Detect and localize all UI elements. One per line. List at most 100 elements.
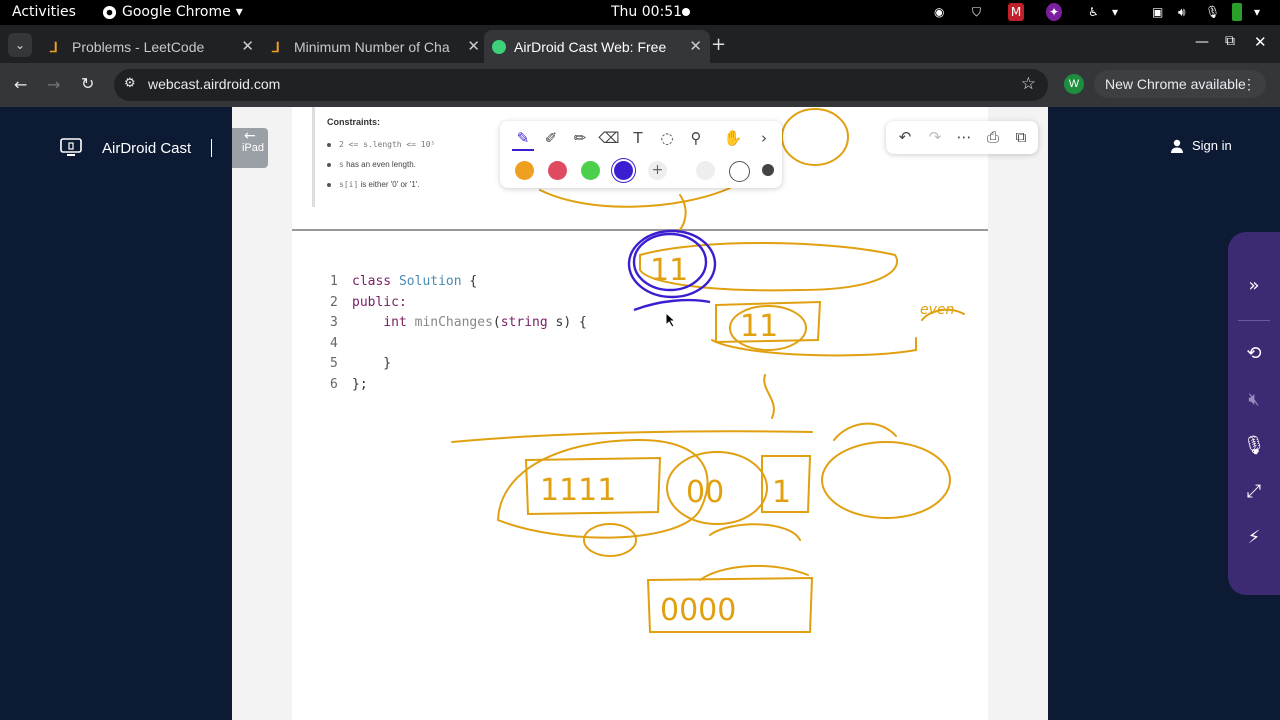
line-number: 1 [330,274,338,289]
code-text: class Solution { [352,274,478,289]
text-icon[interactable]: T [627,127,649,149]
stroke-small-icon[interactable] [696,161,715,180]
url-text: webcast.airdroid.com [148,76,281,92]
profile-avatar[interactable]: W [1064,74,1084,94]
collapse-panel-icon[interactable]: » [1242,274,1266,298]
add-color-icon[interactable]: + [648,161,667,180]
tab-minimum-number[interactable]: ⅃ Minimum Number of Cha ✕ [264,30,488,63]
code-text: }; [352,377,368,392]
tab-label: Minimum Number of Cha [294,38,450,55]
close-icon[interactable]: ✕ [241,37,254,55]
minimize-icon[interactable]: — [1195,34,1209,50]
divider [292,229,988,231]
highlighter-icon[interactable]: ✏ [569,127,591,149]
color-swatch-orange[interactable] [515,161,534,180]
new-tab-icon[interactable]: + [711,34,726,55]
marker-icon[interactable]: ✐ [540,127,562,149]
leetcode-icon: ⅃ [272,38,280,55]
back-arrow-icon[interactable]: ← [244,128,256,144]
eraser-icon[interactable]: ⌫ [598,127,620,149]
undo-icon[interactable]: ↶ [894,126,916,148]
color-swatch-green[interactable] [581,161,600,180]
airdroid-icon [492,39,506,54]
bookmark-star-icon[interactable]: ☆ [1021,74,1036,94]
accessibility-icon[interactable]: ♿ [1088,3,1099,21]
volume-icon[interactable]: 🔊︎ [1178,3,1186,21]
hand-icon[interactable]: ✋ [722,127,744,149]
tab-strip: ⌄ ⅃ Problems - LeetCode ✕ ⅃ Minimum Numb… [0,25,1280,63]
mail-extension-icon[interactable]: M [1008,3,1024,21]
battery-icon[interactable] [1232,3,1242,21]
constraint-code: s [339,160,344,169]
activities-button[interactable]: Activities [12,4,76,20]
fullscreen-icon[interactable]: ⤢ [1242,480,1266,504]
chevron-down-icon[interactable]: ▾ [1254,3,1260,21]
constraint-item: s[i] is either '0' or '1'. [327,180,420,189]
constraint-code: s[i] [339,180,359,189]
extension-icon[interactable]: ✦ [1046,3,1062,21]
clock[interactable]: Thu 00:51 [611,4,682,20]
sign-in-label: Sign in [1192,138,1232,153]
kebab-menu-icon[interactable]: ⋮ [1242,70,1256,98]
constraint-code: 2 <= s.length <= 10⁵ [339,140,436,149]
cast-side-panel: » ⟲ 🔇︎ 🎙︎ ⤢ ⚡︎ [1228,232,1280,595]
cast-logo-icon [60,138,82,156]
code-text: } [352,356,392,371]
reload-icon[interactable]: ↻ [81,74,94,93]
constraints-panel: Constraints: 2 <= s.length <= 10⁵ s has … [312,107,505,207]
lasso-icon[interactable]: ◌ [656,127,678,149]
tab-leetcode-problems[interactable]: ⅃ Problems - LeetCode ✕ [42,30,262,63]
microphone-off-icon[interactable]: 🎙︎ [1242,434,1266,458]
update-chrome-button[interactable]: New Chrome available ⋮ [1094,70,1266,98]
tab-label: AirDroid Cast Web: Free [514,38,667,55]
chevron-right-icon[interactable]: › [753,127,775,149]
back-icon[interactable]: ← [14,75,27,94]
address-bar[interactable]: ⚙ webcast.airdroid.com ☆ [114,69,1048,101]
color-swatch-blue[interactable] [614,161,633,180]
code-line: 6}; [330,377,368,392]
pen-icon[interactable]: ✎ [512,127,534,151]
stroke-medium-icon[interactable] [729,161,750,182]
code-line: 3 int minChanges(string s) { [330,315,587,330]
app-name: Google Chrome [122,4,231,20]
copy-icon[interactable]: ⧉ [1010,126,1032,148]
redo-icon[interactable]: ↷ [924,126,946,148]
stroke-large-icon[interactable] [762,164,774,176]
site-info-icon[interactable]: ⚙ [124,76,136,91]
forward-icon[interactable]: → [47,75,60,94]
screen-icon[interactable]: ▣ [1152,3,1163,21]
divider [1238,320,1270,321]
speaker-muted-icon[interactable]: 🔇︎ [1242,388,1266,412]
screen-record-icon[interactable]: ◉ [934,3,944,21]
restore-icon[interactable]: ⧉ [1225,33,1235,49]
chevron-down-icon[interactable]: ▾ [1112,3,1118,21]
line-number: 6 [330,377,338,392]
notification-dot-icon [682,8,690,16]
more-icon[interactable]: ⋯ [953,126,975,148]
toolbar: ← → ↻ ⚙ webcast.airdroid.com ☆ [0,63,1280,107]
close-window-icon[interactable]: ✕ [1254,33,1267,51]
shield-icon[interactable]: ⛉ [972,3,981,21]
history-toolbar: ↶ ↷ ⋯ ⎙ ⧉ [886,121,1038,154]
constraint-text: is either '0' or '1'. [360,180,420,189]
export-icon[interactable]: ⎙ [982,126,1004,148]
rotate-icon[interactable]: ⟲ [1242,342,1266,366]
close-icon[interactable]: ✕ [689,37,702,55]
chevron-down-icon: ▾ [235,4,243,20]
tab-search-icon[interactable]: ⌄ [8,33,32,57]
tab-airdroid-cast[interactable]: AirDroid Cast Web: Free ✕ [484,30,710,63]
disconnect-icon[interactable]: ⚡︎ [1242,526,1266,550]
microphone-icon[interactable]: 🎙︎ [1205,3,1220,21]
close-icon[interactable]: ✕ [467,37,480,55]
sign-in-link[interactable]: Sign in [1170,138,1232,153]
line-number: 4 [330,336,338,351]
mouse-cursor-icon [665,312,677,328]
color-swatch-red[interactable] [548,161,567,180]
line-number: 2 [330,295,338,310]
link-icon[interactable]: ⚲ [685,127,707,149]
user-icon [1171,139,1183,153]
divider [211,139,213,157]
constraints-heading: Constraints: [327,117,381,127]
app-menu[interactable]: Google Chrome ▾ [102,4,243,20]
update-label: New Chrome available [1105,76,1246,92]
